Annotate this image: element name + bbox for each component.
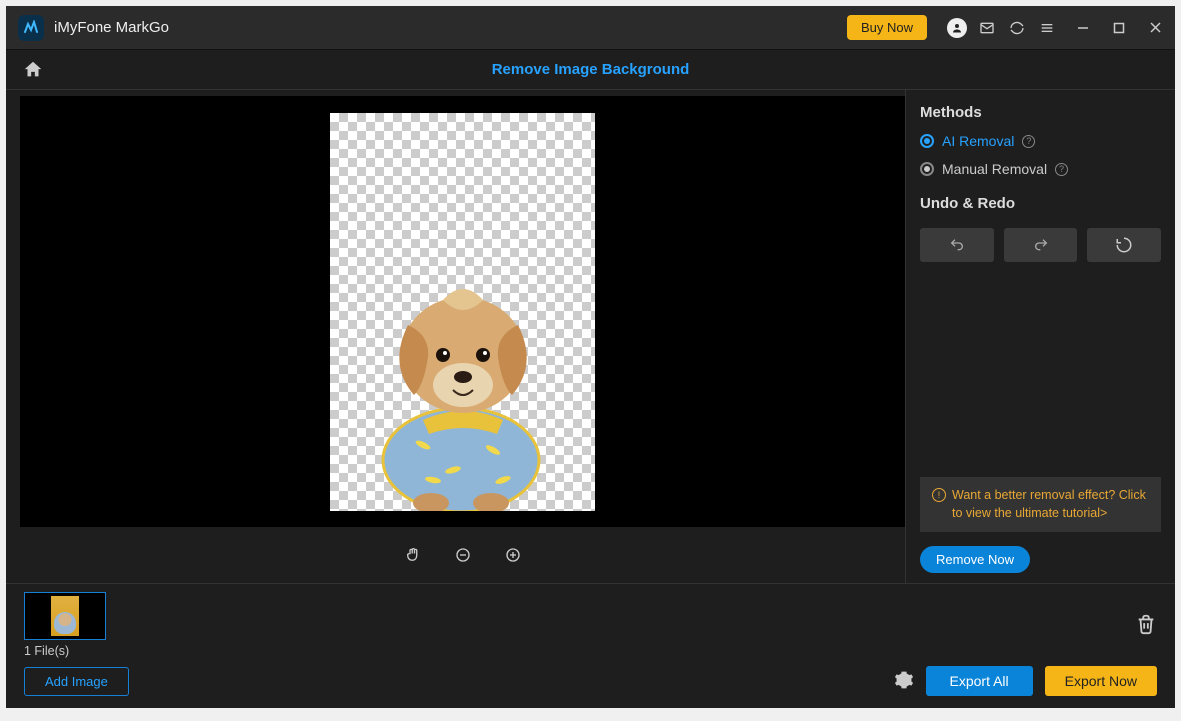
settings-icon[interactable] [894,670,914,693]
canvas-frame[interactable] [20,96,905,527]
canvas-tools [20,527,905,583]
app-title: iMyFone MarkGo [54,19,169,36]
maximize-button[interactable] [1109,18,1129,38]
tip-text: Want a better removal effect? Click to v… [952,487,1149,522]
bottom-actions: Add Image Export All Export Now [24,666,1157,696]
export-now-button[interactable]: Export Now [1045,666,1157,696]
ai-removal-label: AI Removal [942,133,1014,149]
titlebar-tools [947,18,1165,38]
redo-button[interactable] [1004,228,1078,262]
help-icon[interactable]: ? [1022,135,1035,148]
zoom-out-icon[interactable] [452,544,474,566]
page-title: Remove Image Background [44,61,1137,78]
delete-icon[interactable] [1135,613,1157,638]
right-panel: Methods AI Removal ? Manual Removal ? Un… [905,90,1175,583]
main-area: Methods AI Removal ? Manual Removal ? Un… [6,90,1175,583]
home-icon[interactable] [22,59,44,81]
add-image-button[interactable]: Add Image [24,667,129,696]
bottom-strip: 1 File(s) Add Image Export All Export No… [6,583,1175,708]
file-count-label: 1 File(s) [24,644,106,658]
radio-unselected-icon [920,162,934,176]
app-logo [18,15,44,41]
menu-icon[interactable] [1037,18,1057,38]
manual-removal-label: Manual Removal [942,161,1047,177]
method-ai-removal[interactable]: AI Removal ? [920,133,1161,149]
thumbnail-item[interactable] [24,592,106,640]
refresh-icon[interactable] [1007,18,1027,38]
thumbnail-row: 1 File(s) [24,592,1157,658]
app-window: iMyFone MarkGo Buy Now [6,6,1175,708]
tutorial-tip[interactable]: ! Want a better removal effect? Click to… [920,477,1161,532]
canvas-column [6,90,905,583]
undo-redo-heading: Undo & Redo [920,195,1161,212]
secondary-header: Remove Image Background [6,50,1175,90]
pan-hand-icon[interactable] [402,544,424,566]
close-button[interactable] [1145,18,1165,38]
reset-button[interactable] [1087,228,1161,262]
export-group: Export All Export Now [894,666,1158,696]
account-icon[interactable] [947,18,967,38]
mail-icon[interactable] [977,18,997,38]
undo-button[interactable] [920,228,994,262]
radio-selected-icon [920,134,934,148]
remove-now-button[interactable]: Remove Now [920,546,1030,573]
zoom-in-icon[interactable] [502,544,524,566]
help-icon[interactable]: ? [1055,163,1068,176]
undo-redo-group [920,228,1161,262]
titlebar: iMyFone MarkGo Buy Now [6,6,1175,50]
buy-now-button[interactable]: Buy Now [847,15,927,40]
image-preview [330,113,595,511]
minimize-button[interactable] [1073,18,1093,38]
thumbnails: 1 File(s) [24,592,106,658]
method-manual-removal[interactable]: Manual Removal ? [920,161,1161,177]
export-all-button[interactable]: Export All [926,666,1033,696]
subject-dog [353,245,573,511]
info-icon: ! [932,488,946,502]
methods-heading: Methods [920,104,1161,121]
thumbnail-preview [51,596,79,636]
